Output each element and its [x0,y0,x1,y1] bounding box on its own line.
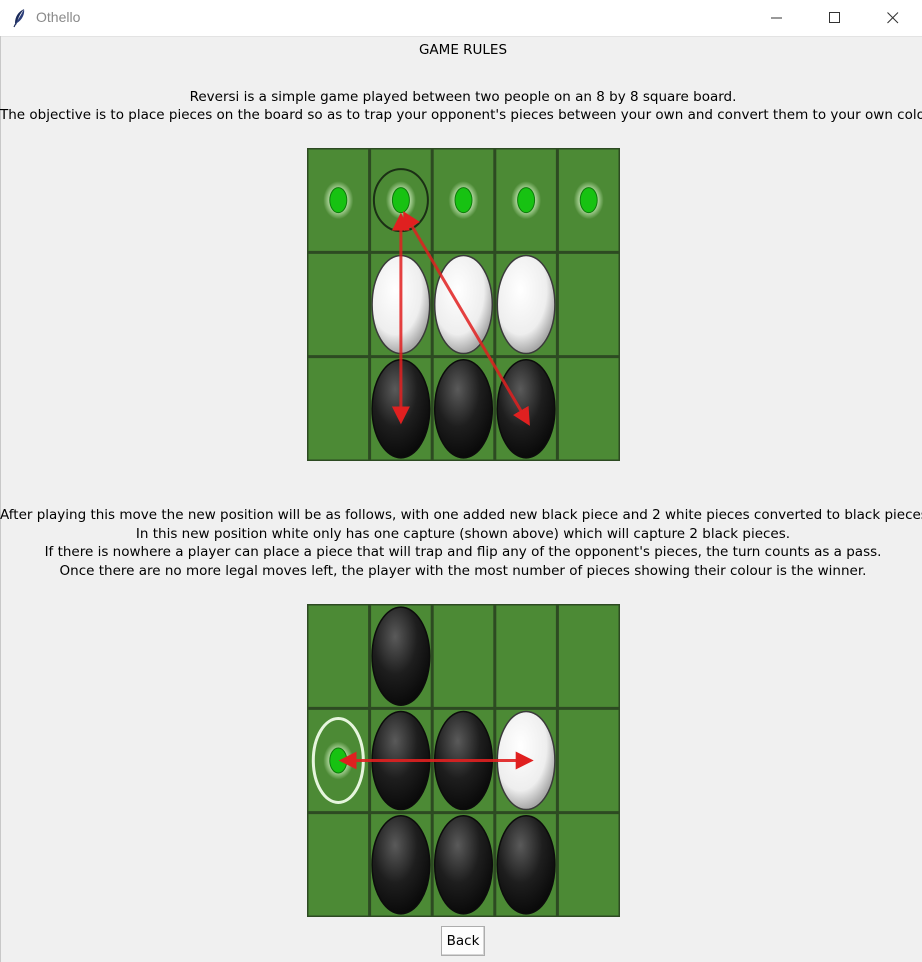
page-title: GAME RULES [418,42,508,58]
board-image-2 [307,604,620,917]
maximize-button[interactable] [806,0,864,36]
explanation-line: Once there are no more legal moves left,… [59,562,867,579]
close-button[interactable] [864,0,922,36]
black-piece [496,815,556,915]
explanation-line: After playing this move the new position… [0,507,922,523]
white-piece [496,254,556,355]
legal-move-marker [517,187,536,214]
black-piece [371,815,431,915]
back-button[interactable]: Back [441,926,485,956]
rules-panel: GAME RULES Reversi is a simple game play… [0,36,922,962]
board-image-1 [307,148,620,461]
title-bar: Othello [0,0,922,37]
window-title: Othello [36,9,81,25]
legal-move-marker [391,187,410,214]
explanation-line: If there is nowhere a player can place a… [44,544,882,560]
minimize-button[interactable] [748,0,806,36]
capture-diagram-1 [307,148,620,461]
feather-icon [12,8,28,28]
black-piece [433,815,494,915]
capture-diagram-2 [307,604,620,917]
black-piece [496,359,556,459]
intro-line: The objective is to place pieces on the … [0,107,922,123]
explanation-line: In this new position white only has one … [135,525,791,542]
intro-line: Reversi is a simple game played between … [189,89,737,105]
close-icon [887,12,899,24]
white-piece [433,254,494,355]
legal-move-marker [454,187,473,214]
black-piece [371,606,431,706]
black-piece [433,359,494,459]
intro-text: Reversi is a simple game played between … [0,88,922,124]
minimize-icon [771,17,782,19]
legal-move-marker [579,187,598,214]
legal-move-marker [329,187,348,214]
explanation-text: After playing this move the new position… [0,506,922,580]
maximize-icon [829,12,840,23]
